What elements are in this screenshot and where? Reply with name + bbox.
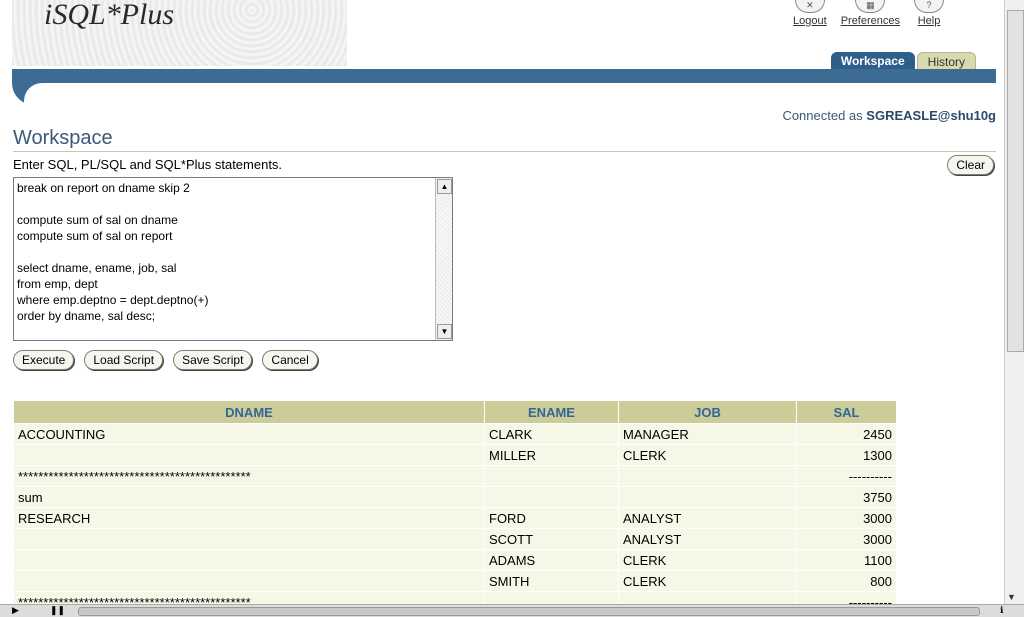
table-cell: ****************************************… [13,591,485,604]
table-cell: 3750 [796,486,897,508]
column-header-sal: SAL [796,400,897,424]
table-cell: ---------- [796,591,897,604]
table-cell [484,486,619,508]
page-title: Workspace [13,127,113,149]
logout-link[interactable]: ✕ Logout [793,0,827,27]
table-cell: 3000 [796,528,897,550]
results-table: DNAME ENAME JOB SAL ACCOUNTING CLARK MANAG… [13,400,897,604]
table-cell: CLARK [484,423,619,445]
table-cell: FORD [484,507,619,529]
table-row: SMITH CLERK 800 [13,570,897,592]
results-header-row: DNAME ENAME JOB SAL [13,400,897,424]
table-cell: MANAGER [618,423,797,445]
app-logo: iSQL*Plus [44,0,175,31]
table-cell [13,570,485,592]
title-divider [13,151,996,152]
table-cell [13,528,485,550]
preferences-label[interactable]: Preferences [841,15,900,27]
table-cell: ---------- [796,465,897,487]
header-bar [12,69,996,83]
connection-prefix: Connected as [782,108,863,123]
table-cell [484,465,619,487]
table-row: ****************************************… [13,465,897,487]
connection-status: Connected as SGREASLE@shu10g [782,108,996,123]
table-cell: sum [13,486,485,508]
cancel-button[interactable]: Cancel [262,350,318,370]
table-cell: 1300 [796,444,897,466]
header-bar-curve-inner [24,83,64,105]
column-header-job: JOB [618,400,797,424]
table-cell: SCOTT [484,528,619,550]
table-cell: 800 [796,570,897,592]
table-cell [618,465,797,487]
preferences-icon[interactable]: ▦ [855,0,886,13]
connection-user: SGREASLE@shu10g [866,108,996,123]
table-cell: CLERK [618,549,797,571]
table-cell [618,591,797,604]
help-label[interactable]: Help [918,15,941,27]
results-body: ACCOUNTING CLARK MANAGER 2450 MILLER CLERK 130… [13,423,897,604]
table-row: MILLER CLERK 1300 [13,444,897,466]
table-cell: ****************************************… [13,465,485,487]
table-cell: CLERK [618,570,797,592]
scroll-up-icon[interactable]: ▲ [437,179,452,194]
logout-label[interactable]: Logout [793,15,827,27]
table-cell: MILLER [484,444,619,466]
sql-editor[interactable]: break on report on dname skip 2 compute … [13,177,453,341]
table-row: RESEARCH FORD ANALYST 3000 [13,507,897,529]
column-header-ename: ENAME [484,400,619,424]
help-link[interactable]: ? Help [914,0,944,27]
help-icon[interactable]: ? [914,0,944,13]
isqlplus-page: iSQL*Plus ✕ Logout ▦ Preferences ? Help … [0,0,1004,604]
info-icon[interactable]: ℹ [1000,605,1003,616]
table-row: SCOTT ANALYST 3000 [13,528,897,550]
table-cell: SMITH [484,570,619,592]
table-cell: CLERK [618,444,797,466]
table-cell [484,591,619,604]
table-row: ADAMS CLERK 1100 [13,549,897,571]
page-scrollbar[interactable]: ▼ [1004,0,1024,604]
editor-buttons: Execute Load Script Save Script Cancel [13,350,318,370]
global-links: ✕ Logout ▦ Preferences ? Help [793,0,944,27]
page-scroll-down-icon[interactable]: ▼ [1007,592,1016,602]
table-cell: 2450 [796,423,897,445]
execute-button[interactable]: Execute [13,350,75,370]
table-row: ****************************************… [13,591,897,604]
table-cell [618,486,797,508]
play-icon[interactable]: ▶ [12,605,19,616]
save-script-button[interactable]: Save Script [173,350,253,370]
table-row: sum 3750 [13,486,897,508]
table-cell [13,549,485,571]
clear-button[interactable]: Clear [947,155,994,175]
table-cell: ANALYST [618,528,797,550]
table-cell [13,444,485,466]
table-cell: 1100 [796,549,897,571]
column-header-dname: DNAME [13,400,485,424]
table-cell: RESEARCH [13,507,485,529]
editor-prompt: Enter SQL, PL/SQL and SQL*Plus statement… [13,157,283,172]
editor-scrollbar[interactable]: ▲ ▼ [435,178,452,340]
table-cell: 3000 [796,507,897,529]
table-row: ACCOUNTING CLARK MANAGER 2450 [13,423,897,445]
table-cell: ACCOUNTING [13,423,485,445]
load-script-button[interactable]: Load Script [84,350,164,370]
pause-icon[interactable]: ❚❚ [50,605,65,616]
preferences-link[interactable]: ▦ Preferences [841,0,900,27]
logout-icon[interactable]: ✕ [794,0,825,13]
table-cell: ADAMS [484,549,619,571]
page-scrollbar-thumb[interactable] [1007,10,1024,352]
table-cell: ANALYST [618,507,797,529]
media-controls: ▶ ❚❚ ℹ [0,604,1024,617]
progress-track[interactable] [78,607,980,616]
sql-editor-text[interactable]: break on report on dname skip 2 compute … [14,178,452,326]
scroll-down-icon[interactable]: ▼ [437,324,452,339]
